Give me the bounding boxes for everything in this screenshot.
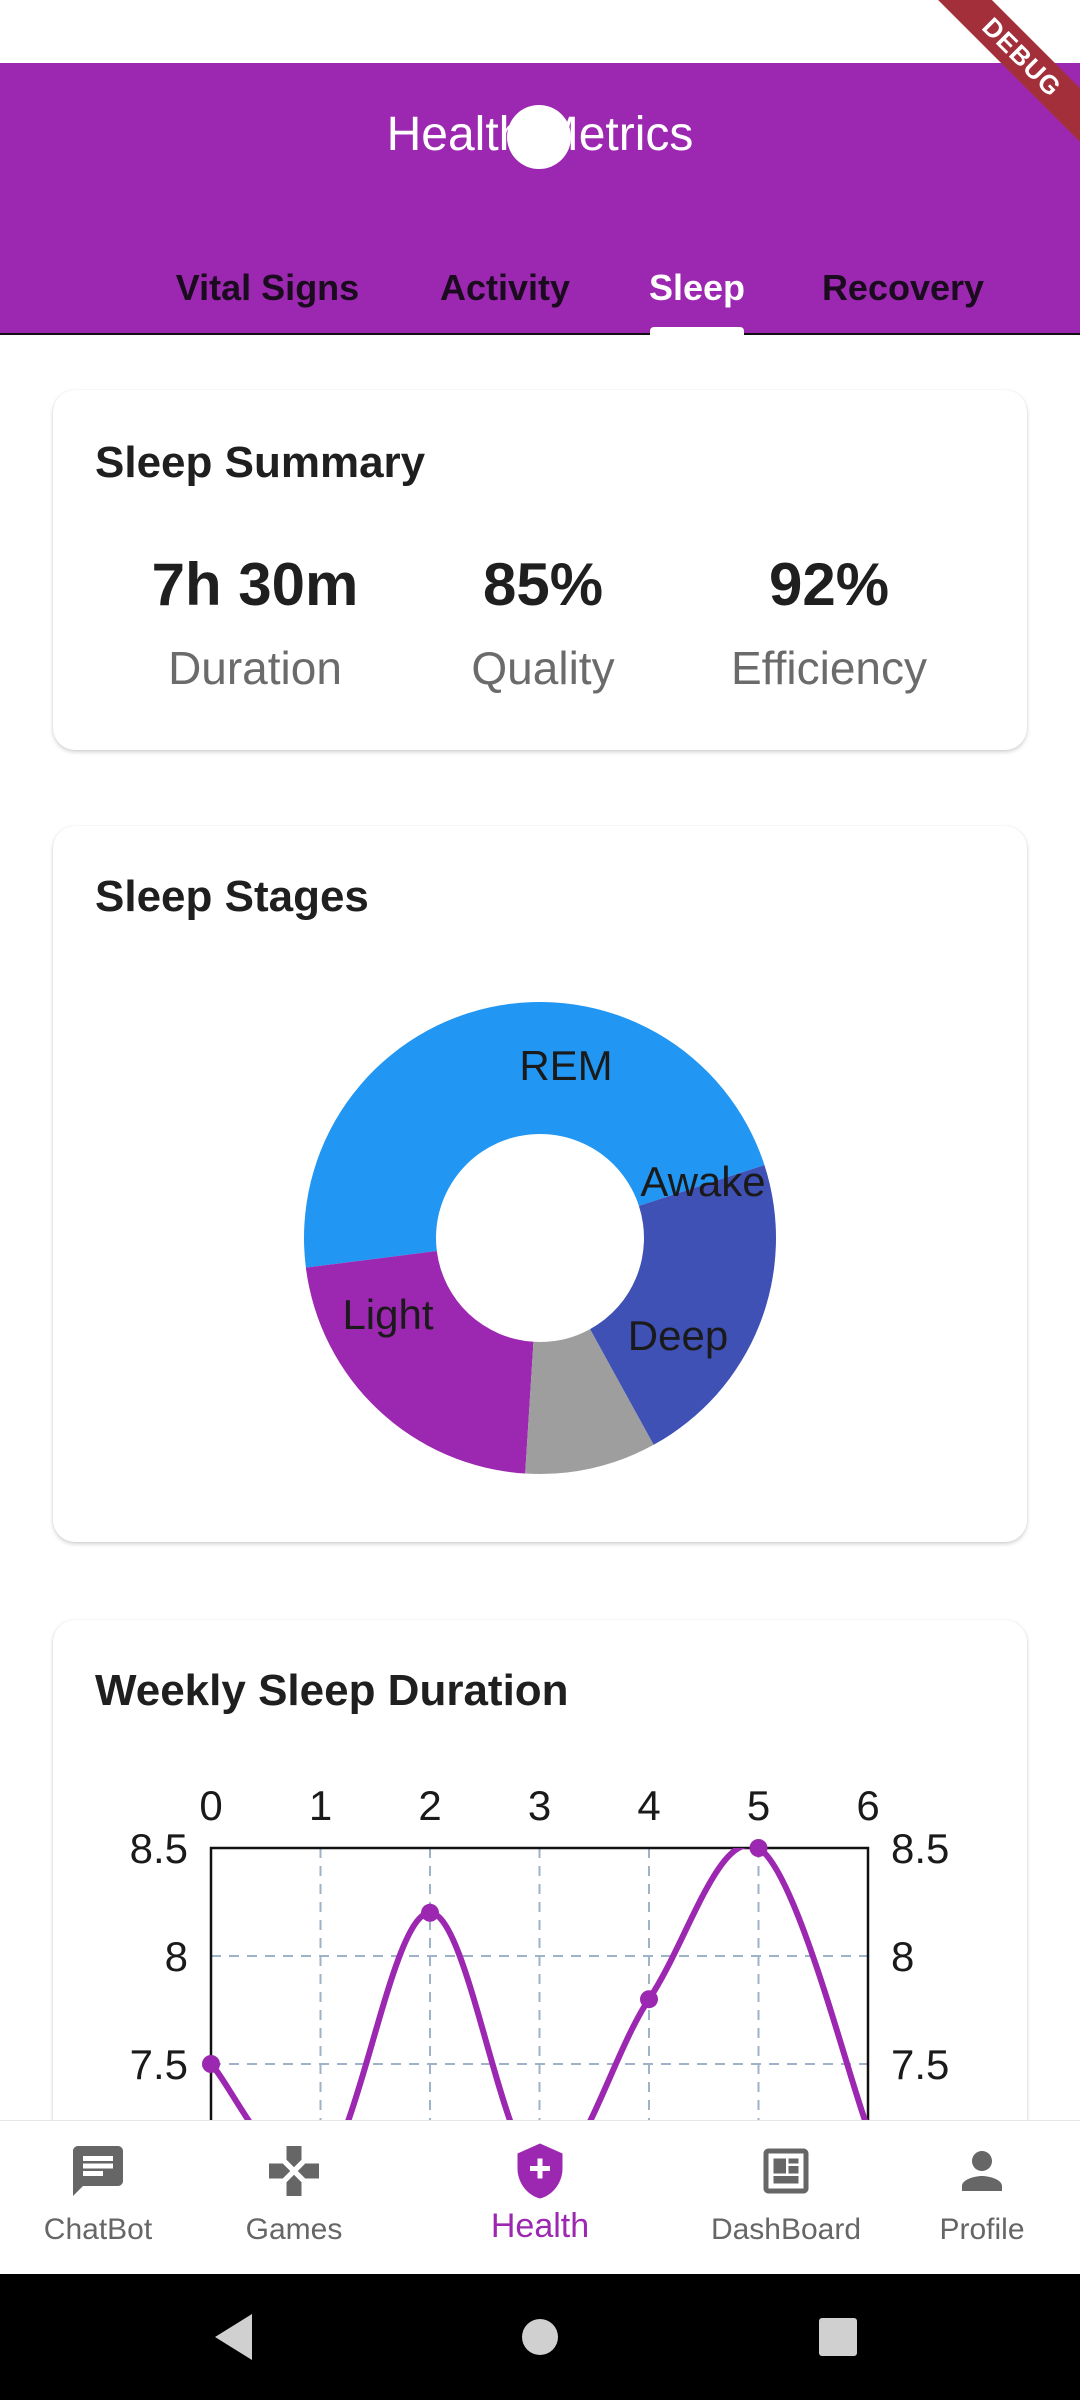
tab-vital-signs[interactable]: Vital Signs bbox=[160, 243, 375, 333]
data-point-day-4 bbox=[640, 1990, 658, 2009]
nav-label-dashboard: DashBoard bbox=[710, 2213, 862, 2246]
page-title: Health Metrics bbox=[386, 108, 694, 161]
efficiency-label: Efficiency bbox=[730, 642, 928, 694]
back-icon[interactable] bbox=[215, 2314, 252, 2360]
duration-value: 7h 30m bbox=[151, 551, 359, 618]
quality-value: 85% bbox=[482, 551, 604, 618]
data-point-day-2 bbox=[421, 1903, 439, 1922]
x-tick-label: 4 bbox=[637, 1782, 660, 1829]
health-shield-icon bbox=[517, 2143, 563, 2199]
nav-item-dashboard[interactable]: DashBoard bbox=[688, 2121, 884, 2275]
donut-slice-rem bbox=[305, 1251, 534, 1474]
tab-bar: Vital Signs Activity Sleep Recovery bbox=[0, 243, 1080, 333]
debug-label: DEBUG bbox=[923, 0, 1080, 156]
person-icon bbox=[962, 2151, 1002, 2191]
slice-label-light: Light bbox=[342, 1291, 433, 1338]
efficiency-value: 92% bbox=[768, 551, 890, 618]
gamepad-icon bbox=[269, 2146, 319, 2196]
quality-label: Quality bbox=[471, 642, 615, 694]
slice-label-awake: Awake bbox=[640, 1158, 765, 1205]
y-tick-label-right: 8.5 bbox=[891, 1825, 949, 1872]
debug-banner: DEBUG bbox=[920, 0, 1080, 160]
duration-label: Duration bbox=[168, 642, 342, 694]
sleep-summary-card: Sleep Summary 7h 30m Duration 85% Qualit… bbox=[53, 390, 1027, 750]
weekly-sleep-line-chart: 0 1 2 3 4 5 6 7.5 7.5 8 8 8.5 8.5 bbox=[130, 1782, 949, 2180]
status-bar bbox=[0, 0, 1080, 63]
chat-icon bbox=[73, 2146, 123, 2196]
y-tick-label-right: 7.5 bbox=[891, 2041, 949, 2088]
nav-label-games: Games bbox=[245, 2213, 343, 2246]
sleep-summary-title: Sleep Summary bbox=[95, 438, 426, 487]
slice-label-deep: Deep bbox=[628, 1312, 728, 1359]
nav-item-profile[interactable]: Profile bbox=[884, 2121, 1080, 2275]
nav-label-health: Health bbox=[490, 2207, 590, 2245]
efficiency-stat: 92% Efficiency bbox=[699, 550, 959, 695]
nav-label-profile: Profile bbox=[939, 2213, 1025, 2246]
quality-stat: 85% Quality bbox=[413, 550, 673, 695]
y-tick-label-left: 8.5 bbox=[130, 1825, 188, 1872]
x-tick-label: 0 bbox=[199, 1782, 222, 1829]
tab-sleep[interactable]: Sleep bbox=[620, 243, 774, 333]
x-tick-label: 3 bbox=[528, 1782, 551, 1829]
tab-activity[interactable]: Activity bbox=[420, 243, 590, 333]
tab-recovery[interactable]: Recovery bbox=[808, 243, 998, 333]
sleep-stages-card: Sleep Stages REM Awake Deep Light bbox=[53, 826, 1027, 1542]
weekly-sleep-card: Weekly Sleep Duration 0 1 2 3 4 5 6 7.5 7.5 8 8 8.5… bbox=[53, 1620, 1027, 2180]
nav-item-games[interactable]: Games bbox=[196, 2121, 392, 2275]
data-point-day-0 bbox=[202, 2055, 220, 2073]
x-tick-label: 6 bbox=[856, 1782, 879, 1829]
duration-stat: 7h 30m Duration bbox=[125, 550, 385, 695]
recents-icon[interactable] bbox=[819, 2318, 857, 2356]
x-tick-label: 5 bbox=[747, 1782, 770, 1829]
system-navigation-bar bbox=[0, 2274, 1080, 2400]
nav-item-health[interactable]: Health bbox=[392, 2121, 688, 2275]
data-point-day-5 bbox=[749, 1839, 768, 1857]
bottom-navigation: ChatBot Games Health DashBoard Profile bbox=[0, 2120, 1080, 2275]
tab-indicator bbox=[650, 327, 744, 335]
nav-item-chatbot[interactable]: ChatBot bbox=[0, 2121, 196, 2275]
nav-label-chatbot: ChatBot bbox=[43, 2213, 153, 2246]
x-tick-label: 1 bbox=[309, 1782, 332, 1829]
slice-label-rem: REM bbox=[519, 1042, 612, 1089]
x-tick-label: 2 bbox=[418, 1782, 441, 1829]
app-bar: Health Metrics Vital Signs Activity Slee… bbox=[0, 63, 1080, 335]
sleep-stages-donut-chart: REM Awake Deep Light bbox=[304, 1002, 777, 1474]
y-tick-label-right: 8 bbox=[891, 1933, 914, 1980]
dashboard-icon bbox=[763, 2148, 809, 2194]
y-tick-label-left: 8 bbox=[165, 1933, 188, 1980]
home-icon[interactable] bbox=[522, 2319, 558, 2355]
y-tick-label-left: 7.5 bbox=[130, 2041, 188, 2088]
